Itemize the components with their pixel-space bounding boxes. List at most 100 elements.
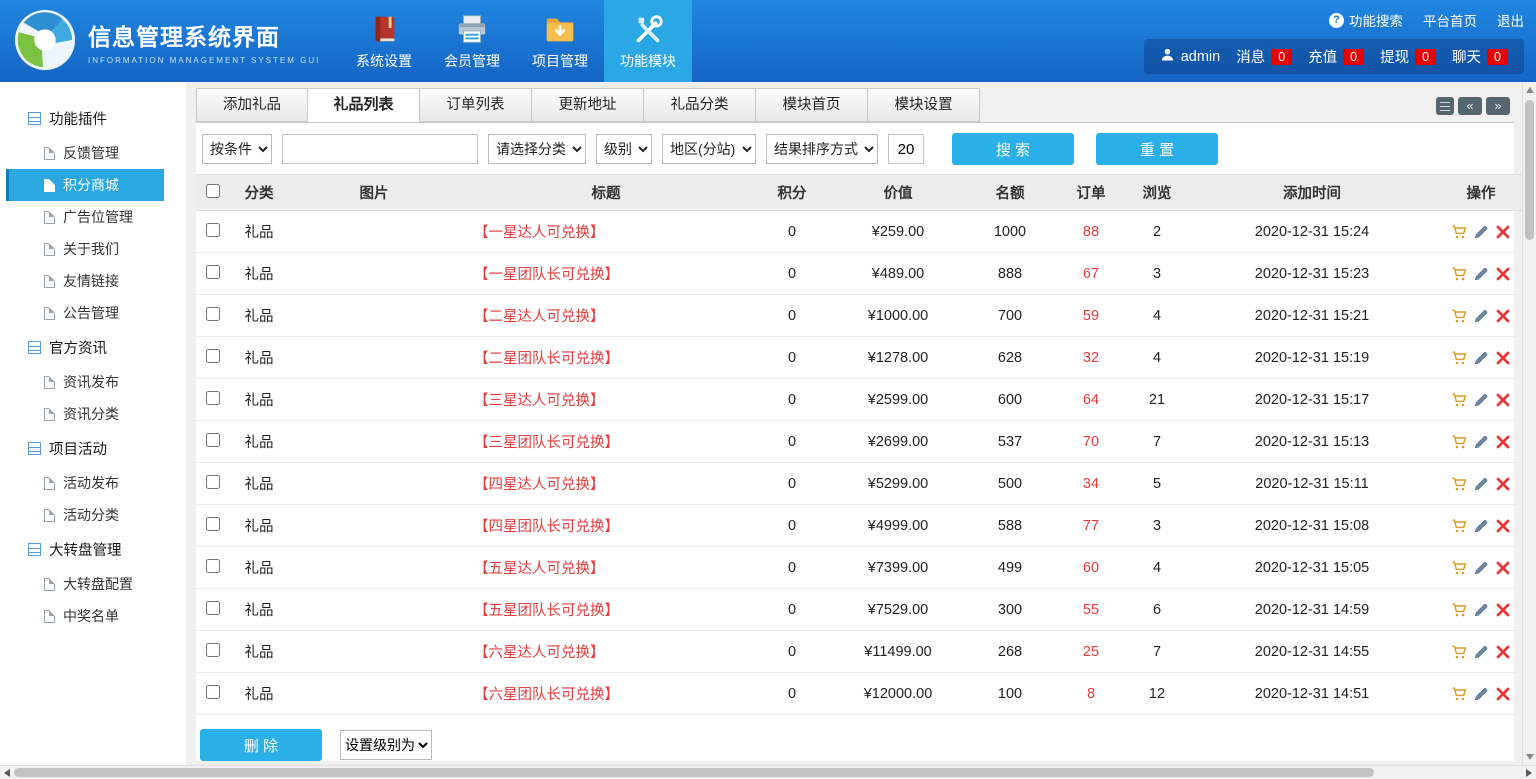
level-select[interactable]: 级别 [596,134,652,164]
row-checkbox[interactable] [206,223,220,237]
cart-icon[interactable] [1451,392,1467,408]
row-checkbox[interactable] [206,559,220,573]
cart-icon[interactable] [1451,308,1467,324]
gift-title-link[interactable]: 【五星达人可兑换】 [474,561,605,577]
edit-icon[interactable] [1473,644,1489,660]
scroll-left-arrow[interactable] [4,769,10,777]
delete-icon[interactable] [1495,518,1511,534]
tab-update-address[interactable]: 更新地址 [532,88,644,122]
cart-icon[interactable] [1451,266,1467,282]
counter-recharge[interactable]: 充值0 [1308,46,1364,67]
delete-icon[interactable] [1495,224,1511,240]
delete-icon[interactable] [1495,644,1511,660]
cart-icon[interactable] [1451,350,1467,366]
nav-item-function-modules[interactable]: 功能模块 [604,0,692,82]
scroll-up-arrow[interactable] [1526,87,1534,93]
cart-icon[interactable] [1451,686,1467,702]
row-checkbox[interactable] [206,475,220,489]
tab-order-list[interactable]: 订单列表 [420,88,532,122]
edit-icon[interactable] [1473,602,1489,618]
vertical-scrollbar[interactable] [1522,82,1536,765]
cart-icon[interactable] [1451,602,1467,618]
edit-icon[interactable] [1473,434,1489,450]
gift-title-link[interactable]: 【六星达人可兑换】 [474,645,605,661]
quick-link-function-search[interactable]: ?功能搜索 [1329,10,1403,30]
gift-title-link[interactable]: 【三星达人可兑换】 [474,393,605,409]
vertical-scroll-thumb[interactable] [1525,100,1534,240]
cart-icon[interactable] [1451,224,1467,240]
edit-icon[interactable] [1473,224,1489,240]
delete-button[interactable]: 删 除 [200,729,322,761]
tab-add-gift[interactable]: 添加礼品 [196,88,308,122]
gift-title-link[interactable]: 【二星团队长可兑换】 [474,351,619,367]
set-level-select[interactable]: 设置级别为 [340,730,432,760]
gift-title-link[interactable]: 【二星达人可兑换】 [474,309,605,325]
cart-icon[interactable] [1451,560,1467,576]
tab-gift-categories[interactable]: 礼品分类 [644,88,756,122]
edit-icon[interactable] [1473,476,1489,492]
sidebar-item-news-publish[interactable]: 资讯发布 [0,366,186,398]
delete-icon[interactable] [1495,686,1511,702]
sidebar-group-lucky-wheel-management[interactable]: 大转盘管理 [0,531,186,568]
pager-prev-button[interactable]: « [1458,97,1482,115]
row-checkbox[interactable] [206,685,220,699]
counter-chat[interactable]: 聊天0 [1452,46,1508,67]
cart-icon[interactable] [1451,476,1467,492]
edit-icon[interactable] [1473,350,1489,366]
nav-item-system-settings[interactable]: 系统设置 [340,0,428,82]
select-all-checkbox[interactable] [206,184,220,198]
sidebar-item-news-categories[interactable]: 资讯分类 [0,398,186,430]
sidebar-group-project-activities[interactable]: 项目活动 [0,430,186,467]
gift-title-link[interactable]: 【一星团队长可兑换】 [474,267,619,283]
scroll-down-arrow[interactable] [1526,754,1534,760]
nav-item-project-management[interactable]: 项目管理 [516,0,604,82]
gift-title-link[interactable]: 【三星团队长可兑换】 [474,435,619,451]
row-checkbox[interactable] [206,391,220,405]
delete-icon[interactable] [1495,434,1511,450]
edit-icon[interactable] [1473,266,1489,282]
delete-icon[interactable] [1495,308,1511,324]
gift-title-link[interactable]: 【四星达人可兑换】 [474,477,605,493]
sort-select[interactable]: 结果排序方式 [766,134,878,164]
row-checkbox[interactable] [206,349,220,363]
sidebar-item-points-mall[interactable]: 积分商城 [6,169,164,201]
nav-item-member-management[interactable]: 会员管理 [428,0,516,82]
search-button[interactable]: 搜 索 [952,133,1074,165]
sidebar-item-winners-list[interactable]: 中奖名单 [0,600,186,632]
row-checkbox[interactable] [206,601,220,615]
sidebar-item-announcement-management[interactable]: 公告管理 [0,297,186,329]
scroll-right-arrow[interactable] [1526,769,1532,777]
edit-icon[interactable] [1473,308,1489,324]
region-select[interactable]: 地区(分站) [662,134,756,164]
counter-withdraw[interactable]: 提现0 [1380,46,1436,67]
row-checkbox[interactable] [206,517,220,531]
sidebar-group-official-news[interactable]: 官方资讯 [0,329,186,366]
delete-icon[interactable] [1495,266,1511,282]
cart-icon[interactable] [1451,644,1467,660]
sidebar-item-about-us[interactable]: 关于我们 [0,233,186,265]
condition-select[interactable]: 按条件 [202,134,272,164]
pager-menu-icon[interactable] [1436,97,1454,115]
tab-module-home[interactable]: 模块首页 [756,88,868,122]
pager-next-button[interactable]: » [1486,97,1510,115]
row-checkbox[interactable] [206,433,220,447]
page-size-input[interactable] [888,134,924,164]
tab-module-settings[interactable]: 模块设置 [868,88,980,122]
gift-title-link[interactable]: 【四星团队长可兑换】 [474,519,619,535]
horizontal-scrollbar[interactable] [0,765,1536,779]
cart-icon[interactable] [1451,518,1467,534]
delete-icon[interactable] [1495,350,1511,366]
delete-icon[interactable] [1495,602,1511,618]
sidebar-item-activity-publish[interactable]: 活动发布 [0,467,186,499]
category-select[interactable]: 请选择分类 [488,134,586,164]
sidebar-item-ad-slot-management[interactable]: 广告位管理 [0,201,186,233]
horizontal-scroll-thumb[interactable] [14,768,1374,777]
sidebar-item-friendly-links[interactable]: 友情链接 [0,265,186,297]
delete-icon[interactable] [1495,560,1511,576]
row-checkbox[interactable] [206,643,220,657]
edit-icon[interactable] [1473,392,1489,408]
edit-icon[interactable] [1473,686,1489,702]
delete-icon[interactable] [1495,476,1511,492]
tab-gift-list[interactable]: 礼品列表 [308,88,420,122]
counter-messages[interactable]: 消息0 [1236,46,1292,67]
